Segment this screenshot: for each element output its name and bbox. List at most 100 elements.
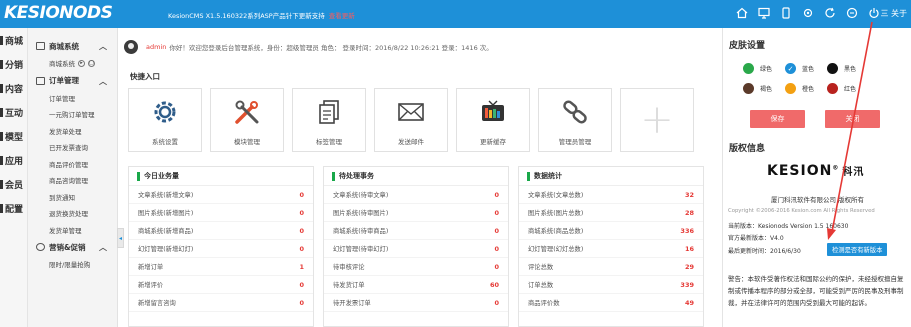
stat-row[interactable]: 新增留言咨询 0 [129, 294, 313, 312]
stat-row[interactable]: 幻灯管理(幻灯总数) 16 [519, 240, 703, 258]
color-swatch [743, 63, 754, 74]
nav-marker-icon [0, 59, 3, 69]
stat-row[interactable]: 图片系统(图片总数) 28 [519, 204, 703, 222]
stat-row[interactable]: 待发货订单 60 [324, 276, 508, 294]
refresh-icon[interactable] [823, 6, 837, 20]
stat-row[interactable]: 商城系统(商品总数) 336 [519, 222, 703, 240]
skin-option-brown[interactable]: 褐色 [743, 83, 785, 94]
chevron-up-icon: ︿ [99, 42, 107, 51]
store-icon [36, 42, 45, 50]
logo: KESIONODS [4, 3, 113, 23]
sidebar-item-mall-system[interactable]: 商城系统 ▸ □ [28, 55, 117, 72]
skin-options: 绿色 ✓ 蓝色 黑色 褐色 橙色 红色 [743, 63, 911, 94]
sidebar-item[interactable]: 限时/限量抢购 [28, 256, 117, 273]
sidebar-group-orders[interactable]: 订单管理 ︿ [28, 72, 117, 90]
nav-marker-icon [0, 131, 3, 141]
sidebar-item[interactable]: 退货换货处理 [28, 205, 117, 222]
stat-row[interactable]: 文章系统(文章总数) 32 [519, 186, 703, 204]
sidebar-item[interactable]: 一元购订单管理 [28, 106, 117, 123]
stat-row[interactable]: 文章系统(待审文章) 0 [324, 186, 508, 204]
stat-row[interactable]: 文章系统(新增文章) 0 [129, 186, 313, 204]
skin-option-green[interactable]: 绿色 [743, 63, 785, 74]
quick-send-mail[interactable]: 发送邮件 [374, 88, 448, 152]
document-icon [319, 100, 339, 124]
nav-item-interaction[interactable]: 互动 [0, 100, 27, 124]
skin-option-red[interactable]: 红色 [827, 83, 869, 94]
panel-header: 数据统计 [519, 167, 703, 186]
skin-settings-title: 皮肤设置 [729, 41, 766, 51]
stat-row[interactable]: 订单总数 339 [519, 276, 703, 294]
play-icon[interactable]: ▸ [78, 59, 85, 67]
update-time: 最后更新时间：2016/6/30 [728, 248, 801, 255]
stat-row[interactable]: 图片系统(新增图片) 0 [129, 204, 313, 222]
version-text: KesionCMS X1.5.160322系列ASP产品针下更新支持 [168, 12, 325, 20]
sidebar-item[interactable]: 商品评价管理 [28, 156, 117, 173]
monitor-icon[interactable] [757, 6, 771, 20]
stat-row[interactable]: 待审核评论 0 [324, 258, 508, 276]
nav-marker-icon [0, 107, 3, 117]
nav-item-model[interactable]: 模型 [0, 124, 27, 148]
kesion-logo: KESION® 科汛 [767, 163, 865, 179]
mobile-icon[interactable] [779, 6, 793, 20]
copyright-title: 版权信息 [729, 144, 766, 154]
version-link[interactable]: 查看更新 [329, 12, 355, 20]
color-swatch [827, 83, 838, 94]
save-button[interactable]: 保存 [750, 110, 805, 128]
stat-row[interactable]: 商城系统(新增商品) 0 [129, 222, 313, 240]
close-button[interactable]: 关闭 [825, 110, 880, 128]
sidebar-group-mall[interactable]: 商城系统 ︿ [28, 37, 117, 55]
sidebar-group-promotion[interactable]: 营销&促销 ︿ [28, 238, 117, 256]
collapse-sidebar-button[interactable]: ◂ [117, 228, 124, 248]
sidebar-item[interactable]: 商品咨询管理 [28, 172, 117, 189]
sidebar-item[interactable]: 发货单处理 [28, 123, 117, 140]
home-icon[interactable] [735, 6, 749, 20]
stat-row[interactable]: 商品评价数 49 [519, 294, 703, 312]
skin-option-black[interactable]: 黑色 [827, 63, 869, 74]
legal-warning: 警告：本软件受著作权法和国际公约的保护，未经授权擅自复制或传播本程序的部分或全部… [728, 275, 904, 307]
panel-pending: 待处理事务 文章系统(待审文章) 0 图片系统(待审图片) 0 商城系统(待审商品)… [323, 166, 509, 327]
nav-item-apps[interactable]: 应用 [0, 148, 27, 172]
tv-chart-icon [482, 100, 504, 121]
nav-item-mall[interactable]: 商城 [0, 28, 27, 52]
check-update-button[interactable]: 检测是否有新版本 [827, 243, 888, 256]
quick-update-cache[interactable]: 更新缓存 [456, 88, 530, 152]
quick-tag-manage[interactable]: 标签管理 [292, 88, 366, 152]
sidebar-item[interactable]: 发货单管理 [28, 222, 117, 239]
stat-row[interactable]: 幻灯管理(新增幻灯) 0 [129, 240, 313, 258]
quick-add-shortcut[interactable]: + [620, 88, 694, 152]
message-icon[interactable] [845, 6, 859, 20]
color-swatch [743, 83, 754, 94]
settings-icon[interactable] [801, 6, 815, 20]
stat-row[interactable]: 新增评价 0 [129, 276, 313, 294]
copy-icon[interactable]: □ [88, 59, 95, 67]
panel-header: 今日业务量 [129, 167, 313, 186]
panel-today: 今日业务量 文章系统(新增文章) 0 图片系统(新增图片) 0 商城系统(新增商品)… [128, 166, 314, 327]
skin-option-orange[interactable]: 橙色 [785, 83, 827, 94]
nav-label: 内容 [5, 84, 24, 95]
stat-row[interactable]: 评论总数 29 [519, 258, 703, 276]
stat-row[interactable]: 图片系统(待审图片) 0 [324, 204, 508, 222]
stat-row[interactable]: 商城系统(待审商品) 0 [324, 222, 508, 240]
nav-marker-icon [0, 155, 3, 165]
chevron-up-icon: ︿ [99, 243, 107, 252]
sidebar-item[interactable]: 到货通知 [28, 189, 117, 206]
quick-admin-manage[interactable]: 管理员管理 [538, 88, 612, 152]
sub-sidebar: 商城系统 ︿ 商城系统 ▸ □ 订单管理 ︿ 订单管理 一元购订单管理 发货单处理 已开… [28, 28, 118, 327]
sidebar-item[interactable]: 已开发票查询 [28, 139, 117, 156]
check-icon: ✓ [785, 63, 796, 74]
about-menu-button[interactable]: 三 关于 [880, 8, 907, 19]
stat-row[interactable]: 新增订单 1 [129, 258, 313, 276]
quick-system-settings[interactable]: 系统设置 [128, 88, 202, 152]
header-marker [332, 171, 335, 181]
skin-option-blue[interactable]: ✓ 蓝色 [785, 63, 827, 74]
stat-row[interactable]: 幻灯管理(待审幻灯) 0 [324, 240, 508, 258]
nav-item-content[interactable]: 内容 [0, 76, 27, 100]
nav-item-members[interactable]: 会员 [0, 172, 27, 196]
nav-item-config[interactable]: 配置 [0, 196, 27, 220]
nav-label: 模型 [5, 132, 24, 143]
quick-module-manage[interactable]: 模块管理 [210, 88, 284, 152]
sidebar-item[interactable]: 订单管理 [28, 90, 117, 107]
power-icon[interactable] [867, 6, 881, 20]
stat-row[interactable]: 待开发票订单 0 [324, 294, 508, 312]
nav-item-distribution[interactable]: 分销 [0, 52, 27, 76]
